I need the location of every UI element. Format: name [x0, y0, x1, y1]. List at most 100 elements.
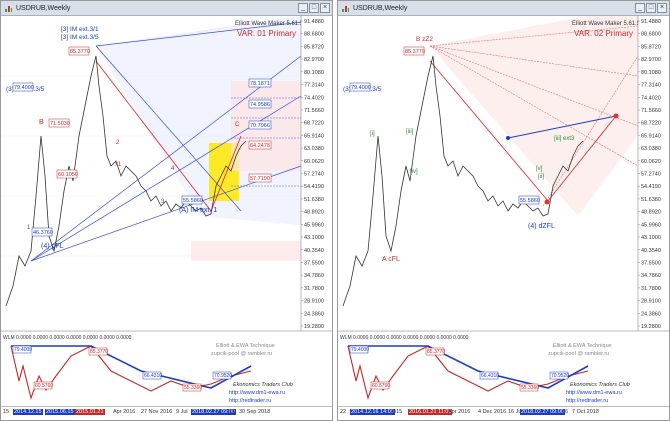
- date-label: 4 Dec 2016: [478, 409, 507, 415]
- price-axis-label: 19.2800: [641, 324, 661, 330]
- anchor-point: [613, 113, 619, 119]
- indicator-box: 66.4310: [481, 373, 499, 379]
- watermark-text: Elliott & EWA Technique: [553, 343, 612, 349]
- price-axis-label: 65.9140: [641, 133, 661, 139]
- price-axis-label: 45.9960: [641, 222, 661, 228]
- price-axis-label: 80.1080: [641, 70, 661, 76]
- date-label: 16: [562, 409, 569, 415]
- price-axis-label: 48.8920: [641, 210, 661, 216]
- date-label: 2014.12.16 14:00: [350, 409, 395, 415]
- price-axis-label: 77.3140: [304, 83, 324, 89]
- date-label: 2015.06.15: [45, 409, 75, 415]
- price-chart[interactable]: (3) IM ext.3/5 [3] IM ext.3/1 [3] IM ext…: [1, 16, 332, 408]
- watermark-text: zupcik-pool @ rambler.ru: [548, 351, 609, 357]
- window-title: USDRUB,Weekly: [16, 4, 71, 12]
- price-axis-label: 57.2740: [641, 172, 661, 178]
- price-axis-label: 31.7800: [304, 286, 324, 292]
- wave-label: [iii]: [406, 129, 414, 135]
- chart-icon: [4, 4, 13, 13]
- wave-label: [iv]: [410, 169, 418, 175]
- window-title: USDRUB,Weekly: [353, 4, 408, 12]
- price-box: 85.3770: [70, 49, 90, 55]
- indicator-box: 70.9520: [551, 373, 569, 379]
- date-label: 16: [229, 409, 236, 415]
- window-titlebar[interactable]: USDRUB,Weekly _ □ ×: [1, 1, 332, 16]
- chart-canvas[interactable]: (3) IM ext.3/5 B zZ2 A cFL (4) dZFL [i] …: [338, 6, 670, 408]
- price-axis-label: 37.5500: [641, 260, 661, 266]
- date-label: 7 Oct 2018: [572, 409, 599, 415]
- date-label: 27 Nov 2016: [141, 409, 173, 415]
- indicator-boxes: 79.4000 60.5760 85.3770 66.4310 55.3360 …: [349, 345, 569, 392]
- price-axis-label: 54.4190: [304, 184, 324, 190]
- price-axis-label: 88.6800: [304, 32, 324, 38]
- chart-canvas[interactable]: (3) IM ext.3/5 [3] IM ext.3/1 [3] IM ext…: [1, 16, 333, 408]
- club-text: http://redtrader.ru: [229, 398, 271, 404]
- maximize-button[interactable]: □: [646, 3, 656, 13]
- close-button[interactable]: ×: [657, 3, 667, 13]
- maker-label: Elliott Wave Maker 5.61.5: [235, 21, 304, 27]
- date-label: 22: [340, 409, 347, 415]
- club-text: Ekonomics Traders Club: [233, 382, 293, 388]
- minimize-button[interactable]: _: [635, 3, 645, 13]
- price-axis-label: 68.7220: [304, 121, 324, 127]
- price-axis-label: 19.2800: [304, 324, 324, 330]
- indicator-label: WLM 0.0000 0.0000 0.0000 0.0000 0.0000 0…: [3, 335, 132, 341]
- maker-label: Elliott Wave Maker 5.61.5: [572, 21, 641, 27]
- price-axis-label: 48.8920: [304, 210, 324, 216]
- price-axis-label: 37.5500: [304, 260, 324, 266]
- price-box: 55.5860: [520, 198, 540, 204]
- wave-label: (4) pFL: [41, 243, 64, 250]
- wave-label: B zZ2: [416, 36, 433, 43]
- price-box: 64.2478: [250, 143, 270, 149]
- date-label: 2014.12.15: [13, 409, 43, 415]
- price-axis-label: 60.0620: [641, 159, 661, 165]
- minimize-button[interactable]: _: [298, 3, 308, 13]
- club-text: Ekonomics Traders Club: [570, 382, 630, 388]
- price-box: 46.3760: [33, 230, 53, 236]
- price-box: 74.9586: [250, 102, 270, 108]
- price-chart[interactable]: (3) IM ext.3/5 B zZ2 A cFL (4) dZFL [i] …: [338, 6, 670, 408]
- price-axis-label: 63.0380: [304, 146, 324, 152]
- indicator-label: WLM 0.0000 0.0000 0.0000 0.0000 0.0000 0…: [340, 335, 469, 341]
- wave-label: [i]: [370, 131, 375, 137]
- chart-window-right[interactable]: USDRUB,Weekly _ □ × (3) IM ext.3/5 B zZ2: [337, 0, 670, 421]
- price-axis-label: 60.0620: [304, 159, 324, 165]
- wave-label: x1: [115, 162, 122, 168]
- price-axis-label: 71.5660: [304, 108, 324, 114]
- close-button[interactable]: ×: [320, 3, 330, 13]
- indicator-box: 55.3360: [184, 385, 202, 391]
- indicator-box: 85.3770: [427, 349, 445, 355]
- price-box: 55.5860: [183, 198, 203, 204]
- price-axis-label: 91.4880: [641, 19, 661, 25]
- price-axis-label: 43.1000: [641, 235, 661, 241]
- indicator-box: 79.4000: [351, 347, 369, 353]
- price-axis-label: 28.9100: [641, 299, 661, 305]
- price-axis-label: 85.8720: [641, 44, 661, 50]
- window-titlebar[interactable]: USDRUB,Weekly _ □ ×: [338, 1, 669, 16]
- wave-label: C: [235, 122, 240, 128]
- price-axis-label: 54.4190: [641, 184, 661, 190]
- wave-label: (4) dZFL: [528, 223, 555, 230]
- indicator-box: 70.9520: [214, 373, 232, 379]
- price-axis-label: 34.7860: [641, 273, 661, 279]
- date-label: 2016.01.21 11:00: [408, 409, 453, 415]
- price-box: 57.7190: [250, 176, 270, 182]
- anchor-point: [544, 199, 550, 205]
- price-axis-label: 43.1000: [304, 235, 324, 241]
- price-axis-label: 82.9700: [304, 57, 324, 63]
- wave-label: [3] IM ext.3/5: [61, 34, 99, 41]
- club-text: http://www.dm1-ewa.ru: [229, 390, 285, 396]
- indicator-box: 60.5760: [372, 383, 390, 389]
- wave-label: [ii]: [538, 174, 544, 180]
- maximize-button[interactable]: □: [309, 3, 319, 13]
- chart-window-left[interactable]: USDRUB,Weekly _ □ × (3) ext.3/5 [3] IM e…: [0, 0, 333, 421]
- price-box: 79.4000: [14, 85, 34, 91]
- price-axis-label: 74.4020: [641, 95, 661, 101]
- pitchfork-zone: [430, 6, 638, 216]
- price-axis-label: 24.3860: [641, 311, 661, 317]
- variant-label: VAR. 01 Primary: [237, 29, 296, 38]
- price-axis-label: 45.9960: [304, 222, 324, 228]
- fib-zone-lower: [191, 241, 301, 261]
- date-label: 2018.02.27 09:00: [520, 409, 565, 415]
- price-axis-label: 68.7220: [641, 121, 661, 127]
